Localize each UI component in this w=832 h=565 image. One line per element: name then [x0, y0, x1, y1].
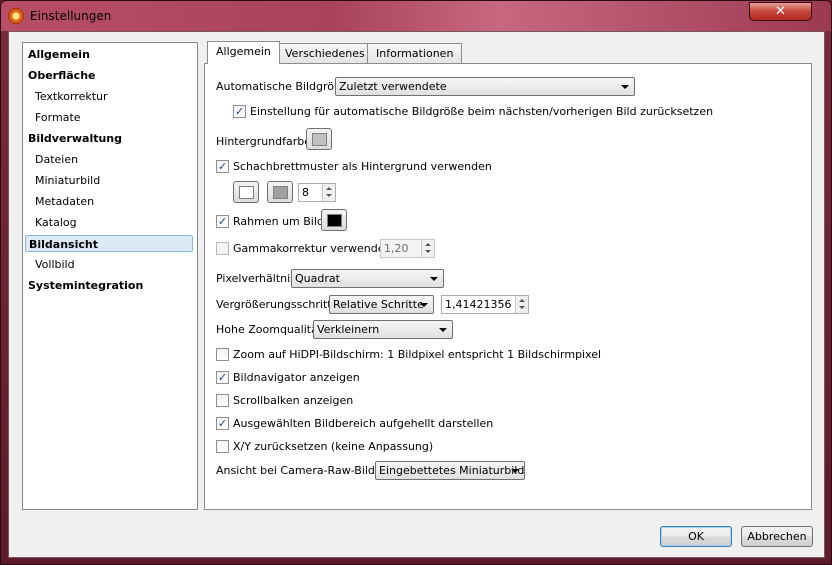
- zoom-quality-dropdown[interactable]: Verkleinern: [313, 320, 453, 339]
- reset-auto-size-label: Einstellung für automatische Bildgröße b…: [250, 105, 714, 118]
- frame-label: Rahmen um Bild: [233, 215, 324, 228]
- highlight-label: Ausgewählten Bildbereich aufgehellt dars…: [233, 417, 494, 430]
- gamma-spinbox[interactable]: 1,20: [380, 239, 435, 258]
- reset-xy-label: X/Y zurücksetzen (keine Anpassung): [233, 440, 434, 453]
- checker-color-2-swatch: [273, 186, 288, 199]
- frame-checkbox[interactable]: ✓: [216, 215, 229, 228]
- auto-size-value: Zuletzt verwendete: [339, 80, 447, 93]
- tab-informationen[interactable]: Informationen: [367, 43, 463, 63]
- pixel-ratio-dropdown[interactable]: Quadrat: [291, 269, 444, 288]
- hidpi-label: Zoom auf HiDPI-Bildschirm: 1 Bildpixel e…: [233, 348, 602, 361]
- camera-raw-dropdown[interactable]: Eingebettetes Miniaturbild: [375, 461, 525, 480]
- pixel-ratio-value: Quadrat: [295, 272, 340, 285]
- checker-size-value: 8: [302, 186, 309, 199]
- sidebar-item-systemintegration[interactable]: Systemintegration: [25, 277, 193, 294]
- sidebar-item-formate[interactable]: Formate: [25, 109, 193, 126]
- ok-button[interactable]: OK: [660, 526, 732, 547]
- chevron-down-icon: [430, 277, 438, 281]
- spin-arrows-icon[interactable]: [322, 184, 335, 201]
- sidebar-item-oberflaeche[interactable]: Oberfläche: [25, 67, 193, 84]
- sidebar-item-metadaten[interactable]: Metadaten: [25, 193, 193, 210]
- background-color-label: Hintergrundfarbe: [216, 135, 312, 148]
- chevron-down-icon: [511, 469, 519, 473]
- window-title: Einstellungen: [30, 9, 112, 23]
- zoom-steps-value: Relative Schritte: [333, 298, 424, 311]
- zoom-quality-value: Verkleinern: [317, 323, 380, 336]
- camera-raw-value: Eingebettetes Miniaturbild: [379, 464, 525, 477]
- camera-raw-label: Ansicht bei Camera-Raw-Bildern: [216, 464, 393, 477]
- checker-size-spinbox[interactable]: 8: [298, 183, 336, 202]
- auto-size-label: Automatische Bildgröße: [216, 80, 348, 93]
- sidebar-item-miniaturbild[interactable]: Miniaturbild: [25, 172, 193, 189]
- frame-color-button[interactable]: [321, 209, 347, 231]
- checker-color-1-swatch: [239, 186, 254, 199]
- sidebar-item-allgemein[interactable]: Allgemein: [25, 46, 193, 63]
- hidpi-checkbox[interactable]: [216, 348, 229, 361]
- spin-arrows-icon[interactable]: [421, 240, 434, 257]
- settings-window: Einstellungen ✕ Allgemein Oberfläche Tex…: [0, 0, 832, 565]
- checkerboard-label: Schachbrettmuster als Hintergrund verwen…: [233, 160, 492, 173]
- scrollbars-checkbox[interactable]: [216, 394, 229, 407]
- checker-color-1-button[interactable]: [233, 181, 259, 203]
- zoom-quality-label: Hohe Zoomqualität: [216, 323, 323, 336]
- chevron-down-icon: [439, 328, 447, 332]
- checkerboard-checkbox[interactable]: ✓: [216, 160, 229, 173]
- title-bar[interactable]: Einstellungen ✕: [1, 1, 831, 31]
- frame-color-swatch: [327, 214, 342, 227]
- chevron-down-icon: [621, 85, 629, 89]
- spin-arrows-icon[interactable]: [515, 296, 528, 313]
- background-color-swatch: [312, 133, 327, 146]
- tab-panel: Automatische Bildgröße Zuletzt verwendet…: [204, 63, 812, 510]
- highlight-checkbox[interactable]: ✓: [216, 417, 229, 430]
- sidebar-item-textkorrektur[interactable]: Textkorrektur: [25, 88, 193, 105]
- checker-color-2-button[interactable]: [267, 181, 293, 203]
- sidebar-item-bildansicht[interactable]: Bildansicht: [25, 235, 193, 252]
- category-list[interactable]: Allgemein Oberfläche Textkorrektur Forma…: [22, 42, 198, 510]
- pixel-ratio-label: Pixelverhältnis: [216, 272, 296, 285]
- gamma-checkbox[interactable]: [216, 242, 229, 255]
- close-button[interactable]: ✕: [749, 2, 812, 21]
- app-logo-icon: [8, 8, 24, 24]
- gamma-label: Gammakorrektur verwenden: [233, 242, 392, 255]
- tab-verschiedenes[interactable]: Verschiedenes: [276, 43, 374, 63]
- scrollbars-label: Scrollbalken anzeigen: [233, 394, 354, 407]
- zoom-steps-dropdown[interactable]: Relative Schritte: [329, 295, 434, 314]
- sidebar-item-vollbild[interactable]: Vollbild: [25, 256, 193, 273]
- zoom-factor-value: 1,41421356: [445, 298, 512, 311]
- sidebar-item-bildverwaltung[interactable]: Bildverwaltung: [25, 130, 193, 147]
- auto-size-dropdown[interactable]: Zuletzt verwendete: [335, 77, 635, 96]
- dialog-body: Allgemein Oberfläche Textkorrektur Forma…: [8, 31, 825, 558]
- zoom-factor-spinbox[interactable]: 1,41421356: [441, 295, 529, 314]
- sidebar-item-katalog[interactable]: Katalog: [25, 214, 193, 231]
- navigator-label: Bildnavigator anzeigen: [233, 371, 360, 384]
- gamma-value: 1,20: [384, 242, 409, 255]
- navigator-checkbox[interactable]: ✓: [216, 371, 229, 384]
- tab-allgemein[interactable]: Allgemein: [207, 41, 280, 64]
- chevron-down-icon: [420, 303, 428, 307]
- background-color-button[interactable]: [306, 128, 332, 150]
- zoom-steps-label: Vergrößerungsschritte: [216, 298, 339, 311]
- sidebar-item-dateien[interactable]: Dateien: [25, 151, 193, 168]
- reset-xy-checkbox[interactable]: [216, 440, 229, 453]
- reset-auto-size-checkbox[interactable]: ✓: [233, 105, 246, 118]
- cancel-button[interactable]: Abbrechen: [741, 526, 813, 547]
